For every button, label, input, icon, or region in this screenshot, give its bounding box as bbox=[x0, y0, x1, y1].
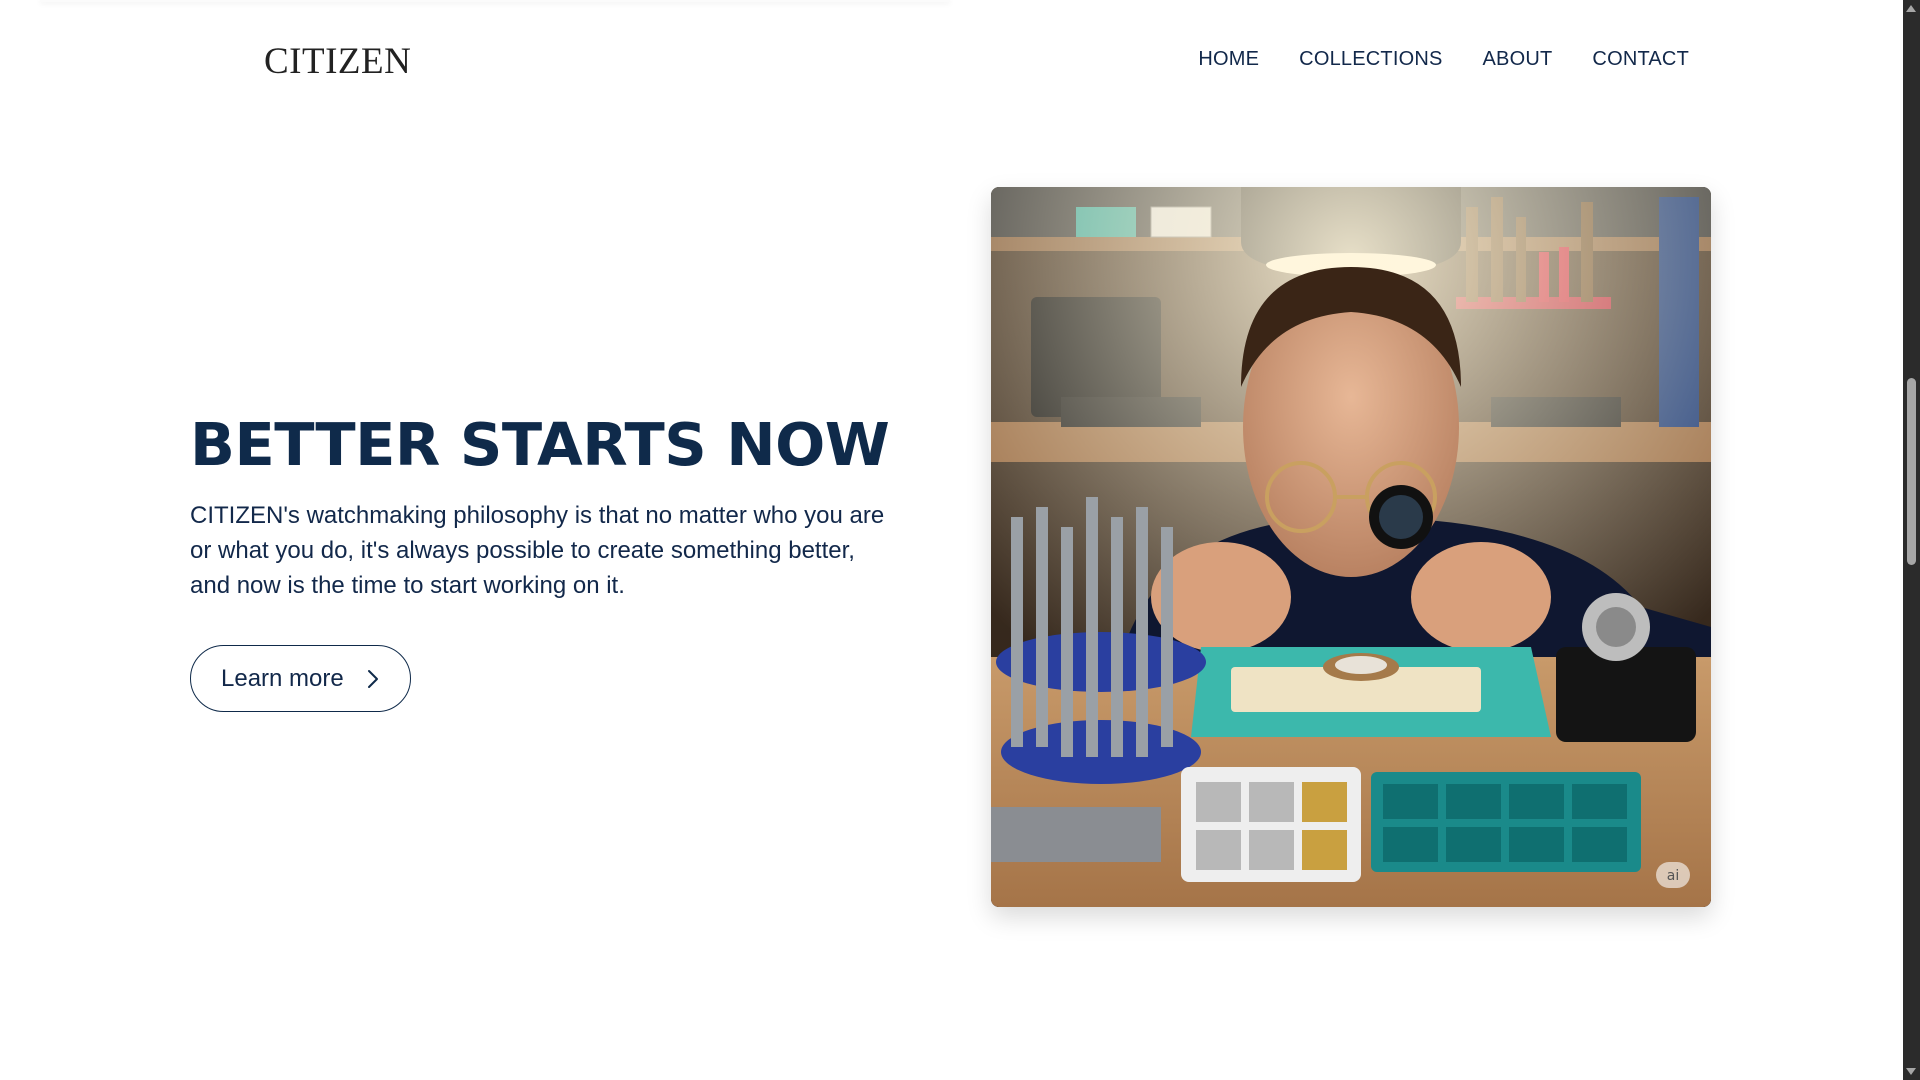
hero-text: BETTER STARTS NOW CITIZEN's watchmaking … bbox=[190, 410, 890, 712]
vertical-scrollbar[interactable] bbox=[1903, 0, 1920, 1080]
hero-description: CITIZEN's watchmaking philosophy is that… bbox=[190, 502, 885, 599]
learn-more-button[interactable]: Learn more bbox=[190, 645, 411, 712]
nav-home[interactable]: HOME bbox=[1198, 48, 1259, 71]
main-nav: HOME COLLECTIONS ABOUT CONTACT bbox=[1198, 48, 1689, 71]
nav-about[interactable]: ABOUT bbox=[1483, 48, 1553, 71]
chevron-right-icon bbox=[367, 669, 378, 688]
hero-headline: BETTER STARTS NOW bbox=[190, 410, 890, 479]
scroll-down-arrow-icon[interactable] bbox=[1906, 1068, 1916, 1075]
learn-more-label: Learn more bbox=[221, 664, 344, 692]
scroll-up-arrow-icon[interactable] bbox=[1906, 5, 1916, 12]
site-header: CITIZEN HOME COLLECTIONS ABOUT CONTACT bbox=[0, 0, 1900, 120]
nav-collections[interactable]: COLLECTIONS bbox=[1299, 48, 1442, 71]
hero-image-watchmaker: ai bbox=[991, 187, 1711, 907]
citizen-logo[interactable]: CITIZEN bbox=[264, 40, 411, 83]
nav-contact[interactable]: CONTACT bbox=[1592, 48, 1689, 71]
scroll-thumb[interactable] bbox=[1907, 378, 1916, 565]
ai-badge: ai bbox=[1667, 868, 1679, 884]
watchmaker-illustration: ai bbox=[991, 187, 1711, 907]
